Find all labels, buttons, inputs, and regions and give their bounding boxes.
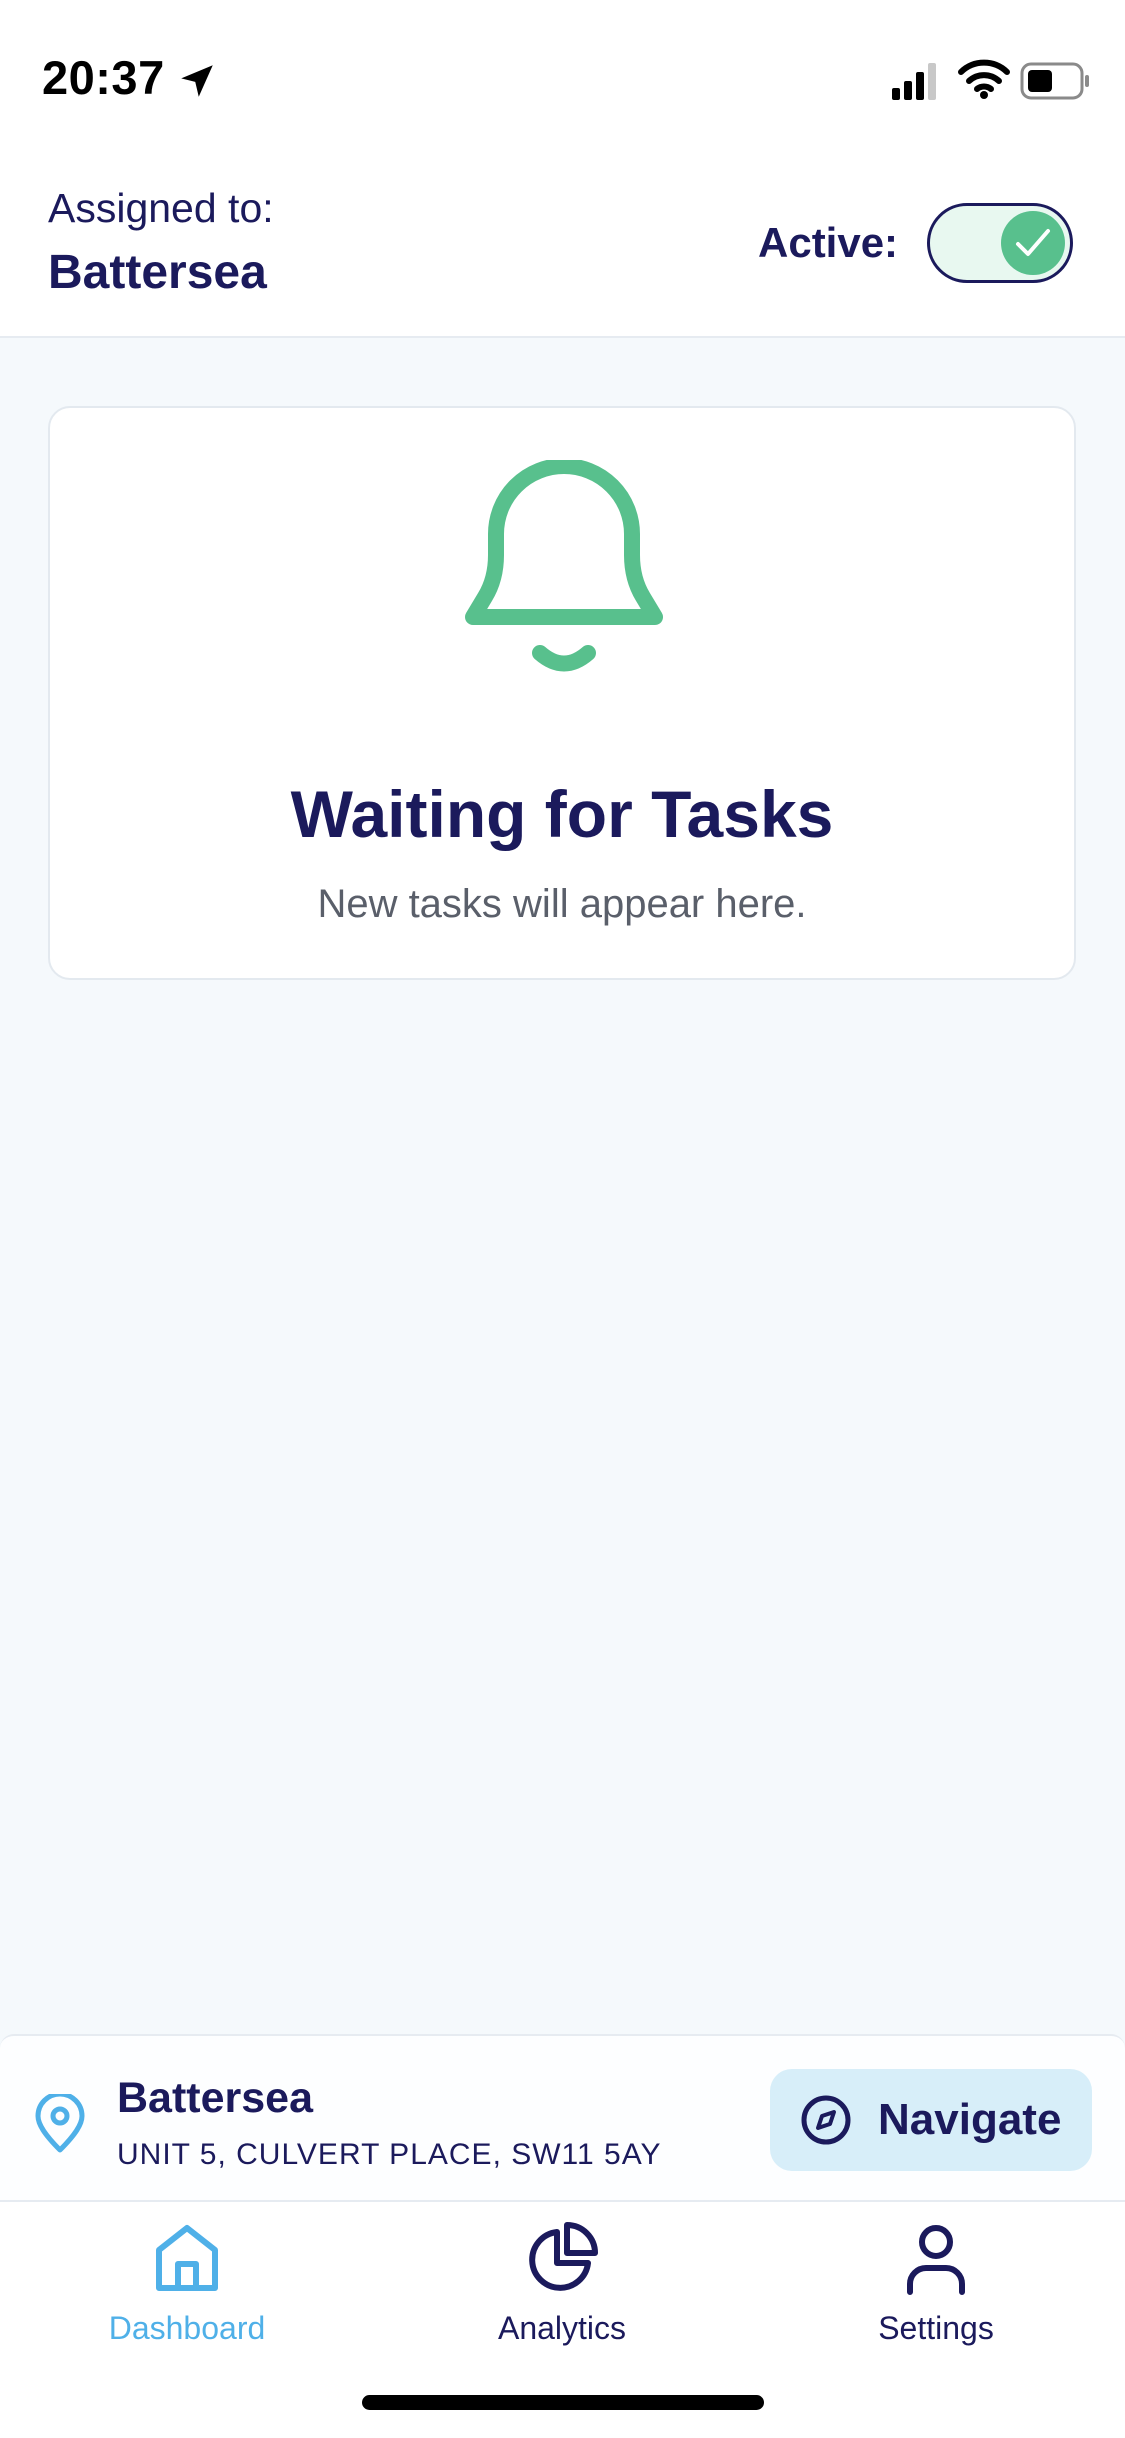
tab-analytics-label: Analytics [497,2310,627,2346]
empty-state-title: Waiting for Tasks [290,777,834,851]
bell-icon [465,460,663,672]
wifi-icon [958,59,1010,99]
pie-chart-icon [529,2222,598,2291]
tab-dashboard-label: Dashboard [108,2310,266,2346]
toggle-knob [1001,211,1065,275]
home-indicator[interactable] [362,2395,764,2410]
compass-icon [801,2095,851,2145]
user-icon [907,2225,965,2295]
navigate-button[interactable]: Navigate [770,2069,1092,2171]
tab-settings[interactable]: Settings [806,2202,1066,2362]
tab-dashboard[interactable]: Dashboard [57,2202,317,2362]
header: Assigned to: Battersea Active: [0,160,1125,338]
status-time: 20:37 [42,51,165,104]
empty-state-subtitle: New tasks will appear here. [317,882,807,926]
empty-state-card: Waiting for Tasks New tasks will appear … [48,406,1076,980]
tab-analytics[interactable]: Analytics [432,2202,692,2362]
checkmark-icon [1016,229,1050,256]
navigate-label: Navigate [878,2095,1062,2144]
location-arrow-icon [181,65,213,97]
cellular-signal-icon [892,63,936,100]
location-name: Battersea [117,2074,313,2122]
active-toggle[interactable] [927,203,1073,283]
map-pin-icon [35,2094,85,2153]
status-bar: 20:37 [0,0,1125,160]
battery-icon [1020,62,1089,100]
tab-settings-label: Settings [878,2310,994,2346]
active-label: Active: [758,219,899,266]
assigned-location: Battersea [48,246,267,299]
assigned-label: Assigned to: [48,185,274,231]
home-icon [156,2225,218,2291]
location-address: UNIT 5, CULVERT PLACE, SW11 5AY [117,2138,662,2171]
location-panel: Battersea UNIT 5, CULVERT PLACE, SW11 5A… [0,2034,1125,2202]
